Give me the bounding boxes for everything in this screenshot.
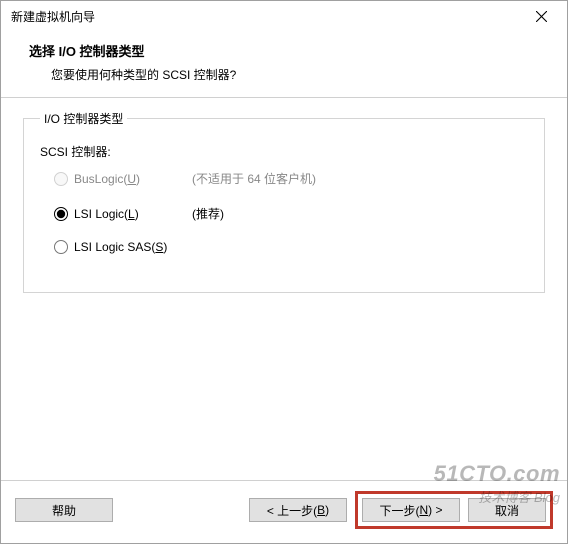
content-area: I/O 控制器类型 SCSI 控制器: BusLogic(U) (不适用于 64… bbox=[1, 98, 567, 480]
io-controller-group: I/O 控制器类型 SCSI 控制器: BusLogic(U) (不适用于 64… bbox=[23, 110, 545, 293]
window-title: 新建虚拟机向导 bbox=[11, 8, 95, 25]
scsi-label: SCSI 控制器: bbox=[40, 143, 528, 160]
radio-label: BusLogic(U) bbox=[74, 172, 140, 186]
titlebar: 新建虚拟机向导 bbox=[1, 1, 567, 31]
radio-option-lsi-logic-sas[interactable]: LSI Logic SAS(S) bbox=[54, 240, 528, 254]
radio-option-lsi-logic[interactable]: LSI Logic(L) (推荐) bbox=[54, 205, 528, 222]
radio-hint: (推荐) bbox=[192, 205, 224, 222]
radio-option-buslogic: BusLogic(U) (不适用于 64 位客户机) bbox=[54, 170, 528, 187]
page-subtitle: 您要使用何种类型的 SCSI 控制器? bbox=[29, 66, 547, 83]
radio-hint: (不适用于 64 位客户机) bbox=[192, 170, 316, 187]
footer: 帮助 < 上一步(B) 下一步(N) > 取消 bbox=[1, 481, 567, 543]
close-icon bbox=[536, 11, 547, 22]
back-button[interactable]: < 上一步(B) bbox=[249, 498, 347, 522]
wizard-header: 选择 I/O 控制器类型 您要使用何种类型的 SCSI 控制器? bbox=[1, 31, 567, 97]
next-button[interactable]: 下一步(N) > bbox=[362, 498, 460, 522]
radio-lsi-logic[interactable] bbox=[54, 207, 68, 221]
radio-label: LSI Logic(L) bbox=[74, 207, 139, 221]
radio-buslogic bbox=[54, 172, 68, 186]
radio-label: LSI Logic SAS(S) bbox=[74, 240, 167, 254]
next-highlight: 下一步(N) > 取消 bbox=[355, 491, 553, 529]
group-legend: I/O 控制器类型 bbox=[40, 110, 127, 127]
page-title: 选择 I/O 控制器类型 bbox=[29, 41, 547, 60]
close-button[interactable] bbox=[521, 2, 561, 30]
radio-lsi-logic-sas[interactable] bbox=[54, 240, 68, 254]
help-button[interactable]: 帮助 bbox=[15, 498, 113, 522]
wizard-window: 新建虚拟机向导 选择 I/O 控制器类型 您要使用何种类型的 SCSI 控制器?… bbox=[0, 0, 568, 544]
cancel-button[interactable]: 取消 bbox=[468, 498, 546, 522]
